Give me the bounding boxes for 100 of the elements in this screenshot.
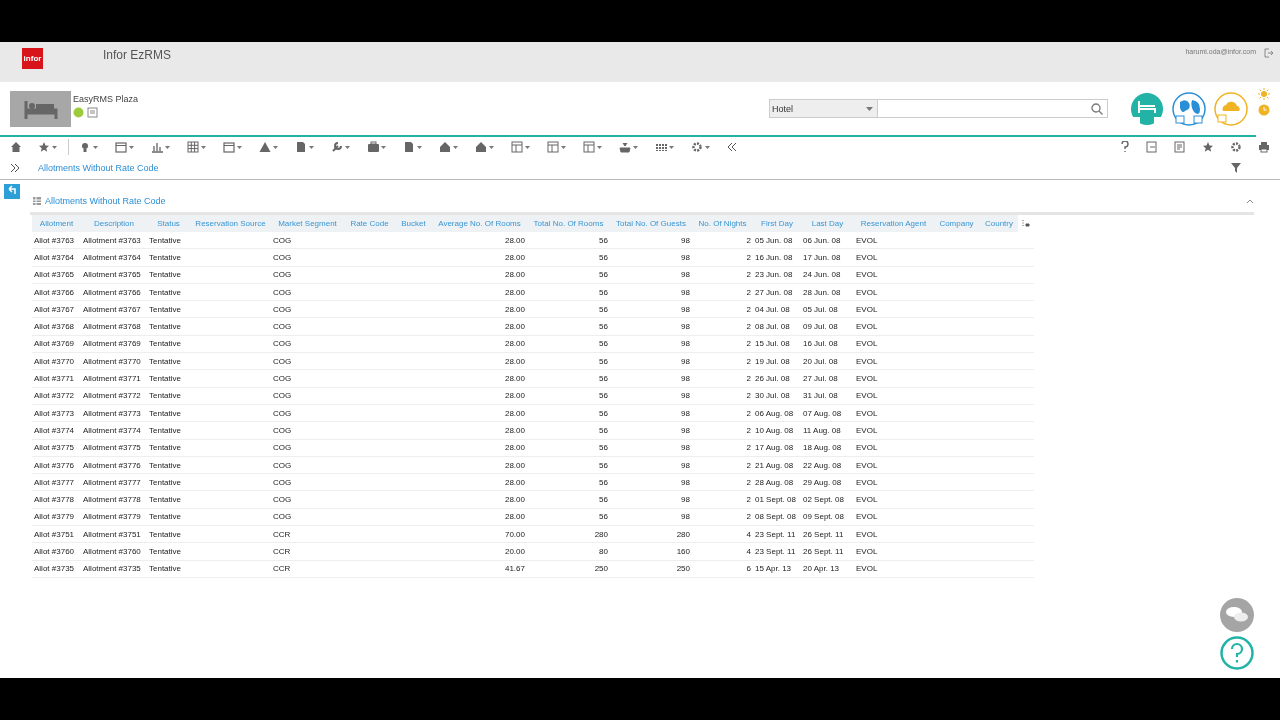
table-cell: 22 Aug. 08 <box>803 460 842 470</box>
table-cell: Allot #3769 <box>34 339 75 349</box>
table-cell: Tentative <box>149 391 182 401</box>
document-icon[interactable] <box>403 141 423 153</box>
table-cell: COG <box>273 322 292 332</box>
column-header[interactable]: Rate Code <box>344 215 395 232</box>
column-header[interactable]: Last Day <box>801 215 854 232</box>
search-field[interactable]: Hotel <box>769 99 1108 118</box>
column-header[interactable]: Bucket <box>395 215 432 232</box>
table-cell: Tentative <box>149 270 182 280</box>
table-cell: 56 <box>599 495 608 505</box>
table-cell: COG <box>273 460 292 470</box>
column-header[interactable]: First Day <box>753 215 801 232</box>
wrench-icon[interactable] <box>331 141 351 153</box>
table-cell: 2 <box>746 322 751 332</box>
table-cell: 2 <box>746 425 751 435</box>
column-header[interactable]: Allotment <box>32 215 81 232</box>
table-cell: 28.00 <box>504 512 525 522</box>
column-header[interactable]: Company <box>933 215 980 232</box>
column-header[interactable]: Reservation Source <box>190 215 271 232</box>
column-header[interactable]: Description <box>81 215 147 232</box>
table-cell: 56 <box>599 374 608 383</box>
table-cell: 98 <box>681 408 690 418</box>
bulb-icon[interactable] <box>79 141 99 153</box>
column-menu-icon[interactable] <box>1022 218 1030 227</box>
table-cell: 05 Jul. 08 <box>803 304 838 314</box>
table-cell: 56 <box>599 287 608 297</box>
table-cell: COG <box>273 391 292 401</box>
table-cell: 98 <box>681 425 690 435</box>
breadcrumb-link[interactable]: Allotments Without Rate Code <box>38 163 159 173</box>
table-cell: 2 <box>746 356 751 366</box>
table-cell: 16 Jul. 08 <box>803 339 838 349</box>
table-cell: 98 <box>681 252 690 262</box>
table-icon[interactable] <box>583 141 603 153</box>
table-cell: 28.00 <box>504 495 525 505</box>
table-cell: 6 <box>746 564 751 574</box>
table-cell: 98 <box>681 339 690 349</box>
table-cell: Allot #3735 <box>34 564 75 574</box>
column-header[interactable]: Status <box>147 215 190 232</box>
table-cell: COG <box>273 425 292 435</box>
globe-icon[interactable] <box>1172 91 1206 126</box>
back-icon[interactable] <box>4 184 20 199</box>
table-cell: Allot #3763 <box>34 235 75 245</box>
table-cell: 04 Jul. 08 <box>755 304 790 314</box>
collapse-caret-icon[interactable] <box>1246 198 1254 204</box>
favorite-icon[interactable] <box>1202 141 1214 153</box>
table-cell: 28.00 <box>504 425 525 435</box>
logout-icon[interactable] <box>1264 48 1274 58</box>
warning-icon[interactable] <box>259 141 279 153</box>
collapse-icon[interactable] <box>727 142 737 152</box>
table-cell: EVOL <box>856 356 878 366</box>
table-cell: Tentative <box>149 252 182 262</box>
star-icon[interactable] <box>38 141 58 153</box>
table-cell: 15 Apr. 13 <box>755 564 792 574</box>
table-cell: Allotment #3772 <box>83 391 141 401</box>
expand-icon[interactable] <box>10 163 20 173</box>
table-cell: 41.67 <box>504 564 525 574</box>
house-icon[interactable] <box>475 141 495 153</box>
filter-icon[interactable] <box>1230 162 1242 174</box>
table-cell: 21 Aug. 08 <box>755 460 794 470</box>
chart-icon[interactable] <box>151 141 171 153</box>
gear-icon[interactable] <box>691 141 711 153</box>
table-icon[interactable] <box>511 141 531 153</box>
table-cell: 28.00 <box>504 460 525 470</box>
search-icon[interactable] <box>1091 102 1103 115</box>
document-icon[interactable] <box>295 141 315 153</box>
table-icon[interactable] <box>547 141 567 153</box>
column-header[interactable]: No. Of Nights <box>692 215 753 232</box>
table-cell: 01 Sept. 08 <box>755 495 796 505</box>
house-icon[interactable] <box>439 141 459 153</box>
column-header[interactable]: Country <box>980 215 1018 232</box>
table-cell: 27 Jun. 08 <box>755 287 793 297</box>
print-icon[interactable] <box>1258 141 1270 153</box>
table-cell: Allot #3770 <box>34 356 75 366</box>
home-icon[interactable] <box>10 141 22 153</box>
column-header[interactable]: Market Segment <box>271 215 344 232</box>
tray-icon[interactable] <box>619 141 639 153</box>
table-cell: Allotment #3768 <box>83 322 141 332</box>
table-cell: 10 Aug. 08 <box>755 425 794 435</box>
table-cell: COG <box>273 304 292 314</box>
hotel-bed-icon[interactable] <box>1130 91 1164 126</box>
grid-icon[interactable] <box>187 141 207 153</box>
table-cell: 17 Jun. 08 <box>803 252 841 262</box>
settings-icon[interactable] <box>1230 141 1242 153</box>
briefcase-icon[interactable] <box>367 141 387 153</box>
table-cell: EVOL <box>856 339 878 349</box>
column-header[interactable]: Total No. Of Rooms <box>527 215 610 232</box>
table-cell: Allotment #3769 <box>83 339 141 349</box>
scope-dropdown[interactable]: Hotel <box>770 100 878 117</box>
table-cell: 09 Jul. 08 <box>803 322 838 332</box>
table-cell: Allotment #3760 <box>83 547 141 556</box>
table-cell: 24 Jun. 08 <box>803 270 841 280</box>
table-cell: 98 <box>681 460 690 470</box>
table-cell: EVOL <box>856 547 878 556</box>
table-cell: 80 <box>599 547 608 556</box>
column-header[interactable]: Total No. Of Guests <box>610 215 692 232</box>
help-icon[interactable] <box>1220 636 1254 670</box>
column-header[interactable]: Average No. Of Rooms <box>432 215 527 232</box>
help-icon[interactable] <box>1120 141 1130 153</box>
column-header[interactable]: Reservation Agent <box>854 215 933 232</box>
